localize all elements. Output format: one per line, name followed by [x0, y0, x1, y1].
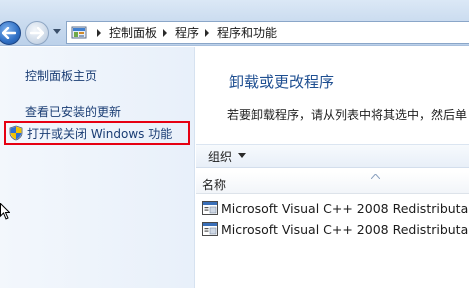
breadcrumb-programs[interactable]: 程序: [175, 24, 199, 41]
windows-features-label: 打开或关闭 Windows 功能: [27, 126, 173, 141]
name-column-header[interactable]: 名称: [202, 176, 226, 193]
mouse-pointer-icon: [0, 203, 10, 220]
forward-arrow-icon: [30, 27, 44, 39]
task-pane: 控制面板主页 查看已安装的更新 打开或关闭 Windows 功能: [0, 47, 195, 288]
organize-button[interactable]: 组织: [208, 148, 232, 165]
program-list-item[interactable]: Microsoft Visual C++ 2008 Redistributabl…: [202, 199, 469, 217]
breadcrumb-control-panel[interactable]: 控制面板: [109, 24, 157, 41]
chevron-down-icon[interactable]: [238, 153, 247, 159]
program-name: Microsoft Visual C++ 2008 Redistributabl…: [221, 221, 469, 237]
title-bar: 控制面板 程序 程序和功能: [0, 0, 469, 46]
breadcrumb-separator-icon[interactable]: [203, 28, 211, 37]
windows-features-link[interactable]: 打开或关闭 Windows 功能: [4, 121, 190, 145]
breadcrumb-programs-and-features[interactable]: 程序和功能: [217, 24, 277, 41]
control-panel-home-link[interactable]: 控制面板主页: [25, 67, 97, 84]
column-header-row: 名称: [196, 172, 469, 194]
program-name: Microsoft Visual C++ 2008 Redistributabl…: [221, 200, 469, 216]
back-button[interactable]: [0, 21, 21, 45]
page-title: 卸载或更改程序: [229, 73, 335, 91]
program-window-icon: [202, 201, 218, 215]
main-content: 卸载或更改程序 若要卸载程序，请从列表中将其选中，然后单 组织 名称 Micro…: [196, 47, 469, 288]
sort-ascending-icon: [371, 174, 380, 179]
recent-pages-dropdown-icon[interactable]: [53, 29, 61, 35]
uac-shield-icon: [9, 125, 23, 141]
command-bar: 组织: [196, 144, 469, 168]
program-window-icon: [202, 222, 218, 236]
address-bar[interactable]: 控制面板 程序 程序和功能: [66, 21, 469, 44]
view-installed-updates-link[interactable]: 查看已安装的更新: [25, 103, 121, 120]
control-panel-icon: [71, 26, 87, 38]
breadcrumb-separator-icon[interactable]: [161, 28, 169, 37]
program-list-item[interactable]: Microsoft Visual C++ 2008 Redistributabl…: [202, 220, 469, 238]
forward-button[interactable]: [25, 21, 49, 45]
breadcrumb-separator-icon: [97, 28, 101, 37]
back-arrow-icon: [2, 27, 16, 39]
page-description: 若要卸载程序，请从列表中将其选中，然后单: [227, 108, 468, 122]
